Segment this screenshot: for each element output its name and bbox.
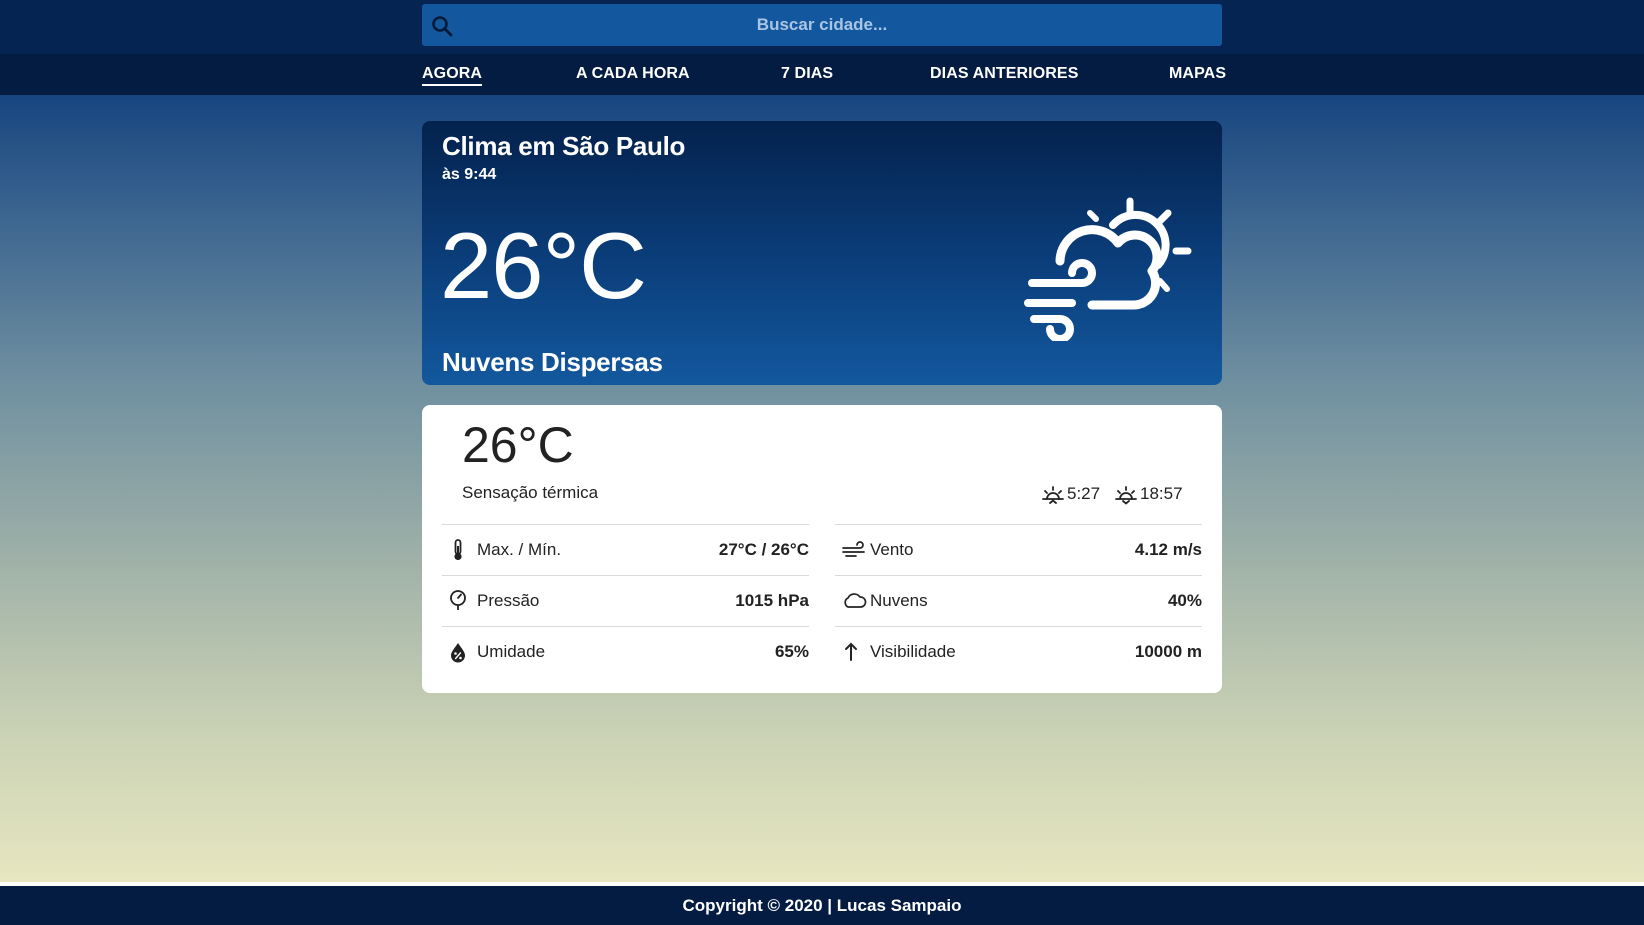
- detail-label: Umidade: [477, 642, 546, 661]
- sunrise-time: 5:27: [1067, 484, 1101, 503]
- search-input[interactable]: [462, 4, 1182, 46]
- cloud-icon: [844, 593, 867, 608]
- search-bar[interactable]: [422, 4, 1222, 46]
- top-bar: [0, 0, 1644, 54]
- detail-value: 40%: [1167, 591, 1202, 610]
- detail-label: Vento: [870, 540, 914, 559]
- detail-value: 65%: [774, 642, 809, 661]
- sunset-time: 18:57: [1140, 484, 1183, 503]
- copyright-text: Copyright © 2020 | Lucas Sampaio: [682, 896, 962, 915]
- tab-agora[interactable]: AGORA: [422, 65, 483, 86]
- arrow-up-icon: [845, 642, 857, 661]
- detail-row-pressure: Pressão 1015 hPa: [442, 575, 809, 626]
- current-weather-card: Clima em São Paulo às 9:44 26°C Nuvens D…: [422, 121, 1222, 385]
- detail-row-wind: Vento 4.12 m/s: [835, 524, 1202, 575]
- feels-like-label: Sensação térmica: [462, 483, 599, 502]
- detail-row-humidity: Umidade 65%: [442, 626, 809, 677]
- detail-label: Pressão: [477, 591, 540, 610]
- observation-time: às 9:44: [442, 166, 497, 183]
- detail-row-clouds: Nuvens 40%: [835, 575, 1202, 626]
- nav-bar: AGORA A CADA HORA 7 DIAS DIAS ANTERIORES…: [0, 54, 1644, 95]
- sunrise-icon: [1042, 486, 1064, 504]
- tab-mapas[interactable]: MAPAS: [1169, 65, 1226, 83]
- detail-value: 27°C / 26°C: [718, 540, 809, 559]
- detail-label: Nuvens: [870, 591, 928, 610]
- details-card: 26°C Sensação térmica 5:27 18:57 Max. / …: [422, 405, 1222, 693]
- pressure-gauge-icon: [450, 590, 466, 610]
- tab-7-dias[interactable]: 7 DIAS: [781, 65, 833, 83]
- tab-dias-anteriores[interactable]: DIAS ANTERIORES: [930, 65, 1078, 83]
- detail-row-visibility: Visibilidade 10000 m: [835, 626, 1202, 677]
- footer: Copyright © 2020 | Lucas Sampaio: [0, 882, 1644, 925]
- detail-value: 10000 m: [1134, 642, 1202, 661]
- humidity-icon: [451, 643, 465, 663]
- wind-icon: [842, 541, 865, 557]
- city-title: Clima em São Paulo: [442, 131, 686, 161]
- thermometer-icon: [454, 539, 462, 561]
- sunset-group: 18:57: [1113, 483, 1183, 505]
- tab-a-cada-hora[interactable]: A CADA HORA: [576, 65, 690, 83]
- feels-like-temperature: 26°C: [462, 417, 574, 473]
- search-icon[interactable]: [430, 14, 454, 38]
- detail-value: 4.12 m/s: [1134, 540, 1202, 559]
- sunset-icon: [1115, 486, 1137, 505]
- current-temperature: 26°C: [440, 213, 647, 318]
- partly-cloudy-windy-sun-icon: [1024, 197, 1192, 341]
- detail-label: Visibilidade: [870, 642, 956, 661]
- detail-label: Max. / Mín.: [477, 540, 562, 559]
- detail-value: 1015 hPa: [735, 591, 809, 610]
- weather-description: Nuvens Dispersas: [442, 347, 663, 377]
- detail-row-max-min: Max. / Mín. 27°C / 26°C: [442, 524, 809, 575]
- sunrise-group: 5:27: [1040, 483, 1100, 505]
